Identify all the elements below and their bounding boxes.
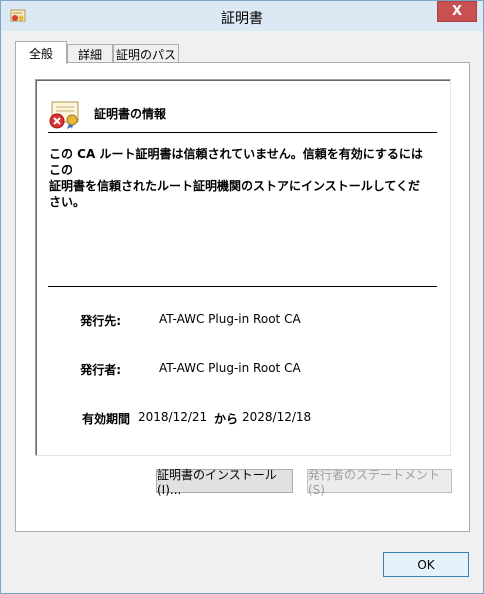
certificate-info-box: 証明書の情報 この CA ルート証明書は信頼されていません。信頼を有効にするには… xyxy=(35,79,451,456)
issued-to-label: 発行先: xyxy=(80,314,121,328)
issuer-statement-button[interactable]: 発行者のステートメント(S) xyxy=(307,468,452,497)
issued-by-label: 発行者: xyxy=(80,363,121,377)
certificate-dialog: 証明書 X 全般 詳細 証明のパス 証明書の情報 この CA ルート証明書は信頼… xyxy=(0,0,484,594)
untrusted-certificate-icon xyxy=(49,101,79,129)
install-certificate-button[interactable]: 証明書のインストール(I)... xyxy=(156,468,293,497)
validity-label: 有効期間 xyxy=(81,412,130,426)
valid-range-separator: から xyxy=(214,412,239,426)
tab-panel-general: 証明書の情報 この CA ルート証明書は信頼されていません。信頼を有効にするには… xyxy=(15,62,470,532)
tab-general[interactable]: 全般 xyxy=(15,41,67,64)
tab-certification-path[interactable]: 証明のパス xyxy=(113,44,179,63)
tab-details[interactable]: 詳細 xyxy=(67,44,113,63)
title-divider xyxy=(48,132,437,133)
valid-to-value[interactable]: 2028/12/18 xyxy=(242,410,311,424)
close-button[interactable]: X xyxy=(437,1,477,22)
close-icon: X xyxy=(451,4,463,19)
ok-button[interactable]: OK xyxy=(383,552,469,577)
window-title: 証明書 xyxy=(221,11,263,27)
title-bar[interactable]: 証明書 X xyxy=(1,1,483,31)
info-title: 証明書の情報 xyxy=(94,107,167,121)
untrusted-warning: この CA ルート証明書は信頼されていません。信頼を有効にするにはこの 証明書を… xyxy=(49,146,429,210)
warning-line-2: 証明書を信頼されたルート証明機関のストアにインストールしてください。 xyxy=(49,179,421,209)
warning-line-1: この CA ルート証明書は信頼されていません。信頼を有効にするにはこの xyxy=(49,147,423,177)
valid-from-value[interactable]: 2018/12/21 xyxy=(138,410,207,424)
issued-to-value[interactable]: AT-AWC Plug-in Root CA xyxy=(159,312,301,326)
details-divider xyxy=(48,286,437,287)
issued-by-value[interactable]: AT-AWC Plug-in Root CA xyxy=(159,361,301,375)
